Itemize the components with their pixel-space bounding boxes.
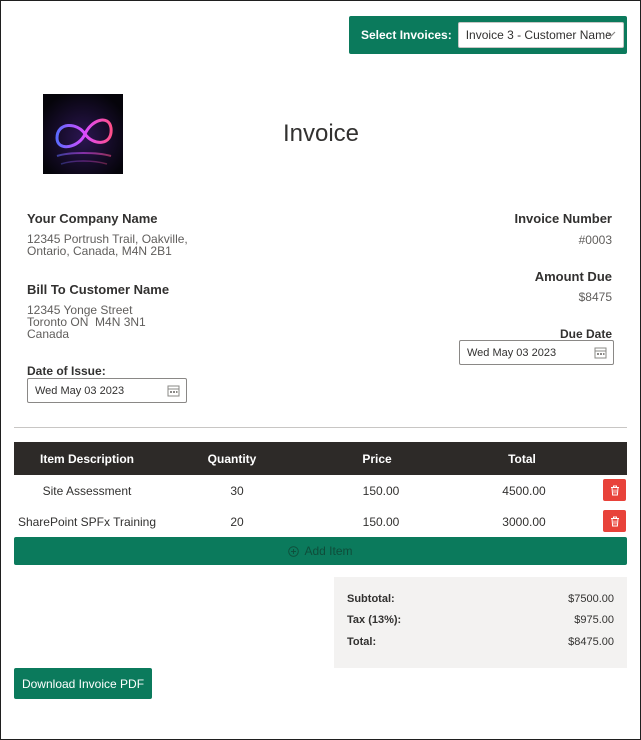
table-header: Item Description Quantity Price Total xyxy=(14,442,627,475)
issue-date-value: Wed May 03 2023 xyxy=(35,384,125,397)
invoice-number-label: Invoice Number xyxy=(514,211,612,226)
item-description: SharePoint SPFx Training xyxy=(17,515,157,529)
select-invoices-label: Select Invoices: xyxy=(361,28,452,42)
company-address: 12345 Portrush Trail, Oakville, Ontario,… xyxy=(27,233,207,257)
bill-to-address: 12345 Yonge Street Toronto ON M4N 3N1 Ca… xyxy=(27,304,197,340)
company-name: Your Company Name xyxy=(27,211,158,226)
amount-due-label: Amount Due xyxy=(534,269,612,284)
item-quantity: 20 xyxy=(230,515,244,529)
invoice-number-value: #0003 xyxy=(578,233,612,247)
delete-item-button[interactable] xyxy=(603,479,626,501)
amount-due-value: $8475 xyxy=(578,290,612,304)
invoice-page: Select Invoices: Invoice 3 - Customer Na… xyxy=(0,0,641,740)
item-description: Site Assessment xyxy=(42,484,132,498)
calendar-icon xyxy=(594,347,607,359)
total-value: $8475.00 xyxy=(568,636,614,648)
subtotal-label: Subtotal: xyxy=(347,593,395,605)
add-item-button[interactable]: Add Item xyxy=(14,537,627,565)
bill-to-name: Bill To Customer Name xyxy=(27,282,170,297)
due-date-value: Wed May 03 2023 xyxy=(467,346,557,359)
item-price: 150.00 xyxy=(362,515,400,529)
tax-label: Tax (13%): xyxy=(347,614,402,626)
issue-date-picker[interactable]: Wed May 03 2023 xyxy=(27,378,187,403)
column-header-price: Price xyxy=(362,452,392,466)
trash-icon xyxy=(610,516,619,526)
add-circle-icon xyxy=(288,545,300,557)
invoice-title: Invoice xyxy=(282,120,360,147)
column-header-quantity: Quantity xyxy=(207,452,257,466)
trash-icon xyxy=(610,485,619,495)
table-row: SharePoint SPFx Training 20 150.00 3000.… xyxy=(14,506,627,536)
invoice-select[interactable]: Invoice 3 - Customer Name xyxy=(457,22,624,48)
date-of-issue-label: Date of Issue: xyxy=(27,364,106,378)
delete-item-button[interactable] xyxy=(603,510,626,532)
table-row: Site Assessment 30 150.00 4500.00 xyxy=(14,475,627,505)
calendar-icon xyxy=(167,385,180,397)
subtotal-value: $7500.00 xyxy=(568,593,614,605)
item-price: 150.00 xyxy=(362,484,400,498)
invoice-selector-bar: Select Invoices: Invoice 3 - Customer Na… xyxy=(349,16,627,54)
due-date-label: Due Date xyxy=(559,327,612,341)
totals-panel: Subtotal: $7500.00 Tax (13%): $975.00 To… xyxy=(334,577,627,668)
due-date-picker[interactable]: Wed May 03 2023 xyxy=(459,340,614,365)
invoice-select-value: Invoice 3 - Customer Name xyxy=(465,28,612,42)
add-item-label: Add Item xyxy=(304,544,353,558)
item-total: 4500.00 xyxy=(502,484,546,498)
chevron-down-icon xyxy=(606,31,616,37)
column-header-description: Item Description xyxy=(39,452,135,466)
tax-value: $975.00 xyxy=(574,614,614,626)
company-address-line: Ontario, Canada, M4N 2B1 xyxy=(27,244,172,258)
company-logo xyxy=(43,94,123,174)
total-label: Total: xyxy=(347,636,377,648)
section-divider xyxy=(14,427,627,428)
item-total: 3000.00 xyxy=(502,515,546,529)
column-header-total: Total xyxy=(508,452,536,466)
bill-to-address-line: Canada xyxy=(27,327,70,341)
download-invoice-pdf-button[interactable]: Download Invoice PDF xyxy=(14,668,152,699)
download-label: Download Invoice PDF xyxy=(21,676,145,691)
item-quantity: 30 xyxy=(230,484,244,498)
